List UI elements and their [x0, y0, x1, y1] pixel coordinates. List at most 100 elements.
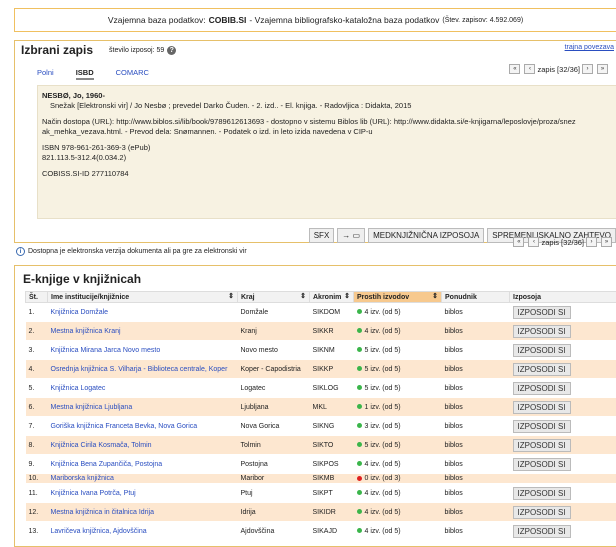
free-copies: 5 izv. (od 5) — [353, 435, 442, 455]
library-link[interactable]: Mestna knjižnica Kranj — [47, 321, 238, 341]
availability-dot-icon — [356, 366, 362, 372]
last-record-button[interactable]: » — [597, 64, 608, 74]
help-icon[interactable]: ? — [167, 45, 177, 55]
panel-title: Izbrani zapis — [21, 43, 94, 57]
borrow-button[interactable]: IZPOSODI SI — [512, 343, 571, 357]
record-isbn: ISBN 978-961-261-369-3 (ePub) — [42, 143, 151, 152]
borrow-button[interactable]: IZPOSODI SI — [512, 438, 571, 452]
col-borrow: Izposoja — [509, 291, 616, 303]
borrow-button[interactable]: IZPOSODI SI — [512, 400, 571, 414]
availability-dot-icon — [356, 423, 362, 429]
database-header: Vzajemna baza podatkov: COBIB.SI - Vzaje… — [14, 8, 616, 32]
borrow-cell: IZPOSODI SI — [509, 521, 616, 541]
database-description: - Vzajemna bibliografsko-kataložna baza … — [249, 15, 440, 25]
record-panel-header: Izbrani zapis število izposoj: 59 ? — [15, 41, 616, 59]
sort-icon: ⇕ — [228, 293, 234, 300]
interlibrary-loan-button[interactable]: MEDKNJIŽNIČNA IZPOSOJA — [368, 228, 485, 243]
borrow-button[interactable]: IZPOSODI SI — [512, 419, 571, 433]
table-row: 8. Knjižnica Cirila Kosmača, Tolmin Tolmin… — [25, 435, 616, 455]
borrow-cell: IZPOSODI SI — [509, 359, 616, 379]
library-link[interactable]: Knjižnica Domžale — [47, 302, 238, 322]
library-link[interactable]: Mestna knjižnica Ljubljana — [47, 397, 238, 417]
row-number: 2. — [25, 321, 48, 341]
col-place[interactable]: Kraj ⇕ — [237, 291, 310, 303]
library-acronym: SIKNG — [309, 416, 354, 436]
library-link[interactable]: Mestna knjižnica in čitalnica Idrija — [47, 502, 238, 522]
previous-record-button-2[interactable]: ‹ — [528, 237, 540, 247]
table-row: 9. Knjižnica Bena Zupančiča, Postojna Post… — [25, 454, 616, 474]
library-link[interactable]: Knjižnica Bena Zupančiča, Postojna — [47, 454, 238, 474]
availability-dot-icon — [356, 475, 362, 481]
free-copies: 4 izv. (od 5) — [353, 302, 442, 322]
library-link[interactable]: Knjižnica Logatec — [47, 378, 238, 398]
sfx-button[interactable]: SFX — [308, 228, 335, 243]
library-link[interactable]: Knjižnica Mirana Jarca Novo mesto — [47, 340, 238, 360]
tab-isbd[interactable]: ISBD — [75, 68, 94, 80]
library-link[interactable]: Lavričeva knjižnica, Ajdovščina — [47, 521, 238, 541]
table-row: 2. Mestna knjižnica Kranj Kranj SIKKR 4 izv.… — [25, 321, 616, 341]
library-link[interactable]: Knjižnica Ivana Potrča, Ptuj — [47, 483, 238, 503]
row-number: 6. — [25, 397, 48, 417]
tab-polni[interactable]: Polni — [37, 68, 54, 80]
borrow-cell: IZPOSODI SI — [509, 483, 616, 503]
next-record-button[interactable]: › — [582, 64, 593, 74]
availability-dot-icon — [356, 461, 362, 467]
borrow-button[interactable]: IZPOSODI SI — [512, 457, 571, 471]
permanent-link[interactable]: trajna povezava — [565, 44, 614, 51]
record-access: Način dostopa (URL): http://www.biblos.s… — [42, 117, 576, 136]
previous-record-button[interactable]: ‹ — [524, 64, 536, 74]
availability-dot-icon — [356, 490, 362, 496]
library-link[interactable]: Mariborska knjižnica — [47, 473, 238, 484]
table-row: 6. Mestna knjižnica Ljubljana Ljubljana MKL… — [25, 397, 616, 417]
first-record-button[interactable]: « — [509, 64, 521, 74]
provider: biblos — [441, 359, 510, 379]
row-number: 7. — [25, 416, 48, 436]
row-number: 12. — [25, 502, 48, 522]
free-copies-text: 4 izv. (od 5) — [364, 460, 401, 468]
borrow-button[interactable]: IZPOSODI SI — [512, 524, 571, 538]
table-row: 13. Lavričeva knjižnica, Ajdovščina Ajdovš… — [25, 521, 616, 541]
record-author: NESBØ, Jo, 1960- — [42, 91, 105, 100]
ebooks-panel: E-knjige v knjižnicah Št. Ime institucij… — [14, 265, 616, 547]
add-to-cart-button[interactable]: → ▭ — [337, 228, 366, 243]
table-row: 7. Goriška knjižnica Franceta Bevka, Nova… — [25, 416, 616, 436]
row-number: 9. — [25, 454, 48, 474]
borrow-button[interactable]: IZPOSODI SI — [512, 324, 571, 338]
library-acronym: SIKKP — [309, 359, 354, 379]
row-number: 10. — [25, 473, 48, 484]
row-number: 4. — [25, 359, 48, 379]
col-free-copies[interactable]: Prostih izvodov ⇕ — [353, 291, 442, 303]
free-copies-text: 4 izv. (od 5) — [364, 527, 401, 535]
borrow-button[interactable]: IZPOSODI SI — [512, 486, 571, 500]
first-record-button-2[interactable]: « — [513, 237, 525, 247]
row-number: 5. — [25, 378, 48, 398]
tab-comarc[interactable]: COMARC — [116, 68, 149, 80]
library-link[interactable]: Goriška knjižnica Franceta Bevka, Nova G… — [47, 416, 238, 436]
free-copies-text: 5 izv. (od 5) — [364, 441, 401, 449]
record-navigation-2: « ‹ zapis [32/36] › » — [511, 237, 614, 247]
library-acronym: SIKPT — [309, 483, 354, 503]
row-number: 11. — [25, 483, 48, 503]
free-copies: 5 izv. (od 5) — [353, 359, 442, 379]
ebook-notice: i Dostopna je elektronska verzija dokume… — [16, 247, 247, 256]
database-prefix: Vzajemna baza podatkov: — [107, 15, 206, 25]
borrow-button[interactable]: IZPOSODI SI — [512, 505, 571, 519]
table-row: 10. Mariborska knjižnica Maribor SIKMB 0 izv… — [25, 473, 616, 484]
borrow-button[interactable]: IZPOSODI SI — [512, 362, 571, 376]
library-link[interactable]: Osrednja knjižnica S. Vilharja - Bibliot… — [47, 359, 238, 379]
borrow-button[interactable]: IZPOSODI SI — [512, 381, 571, 395]
table-row: 4. Osrednja knjižnica S. Vilharja - Bibli… — [25, 359, 616, 379]
provider: biblos — [441, 378, 510, 398]
col-institution[interactable]: Ime institucije/knjižnice ⇕ — [47, 291, 238, 303]
next-record-button-2[interactable]: › — [586, 237, 597, 247]
availability-dot-icon — [356, 328, 362, 334]
borrow-button[interactable]: IZPOSODI SI — [512, 305, 571, 319]
free-copies-text: 3 izv. (od 5) — [364, 422, 401, 430]
provider: biblos — [441, 473, 510, 484]
free-copies-text: 0 izv. (od 3) — [364, 475, 401, 482]
col-acronym[interactable]: Akronim ⇕ — [309, 291, 354, 303]
library-link[interactable]: Knjižnica Cirila Kosmača, Tolmin — [47, 435, 238, 455]
table-row: 1. Knjižnica Domžale Domžale SIKDOM 4 izv. (… — [25, 302, 616, 322]
record-udk: 821.113.5-312.4(0.034.2) — [42, 152, 127, 162]
last-record-button-2[interactable]: » — [601, 237, 612, 247]
